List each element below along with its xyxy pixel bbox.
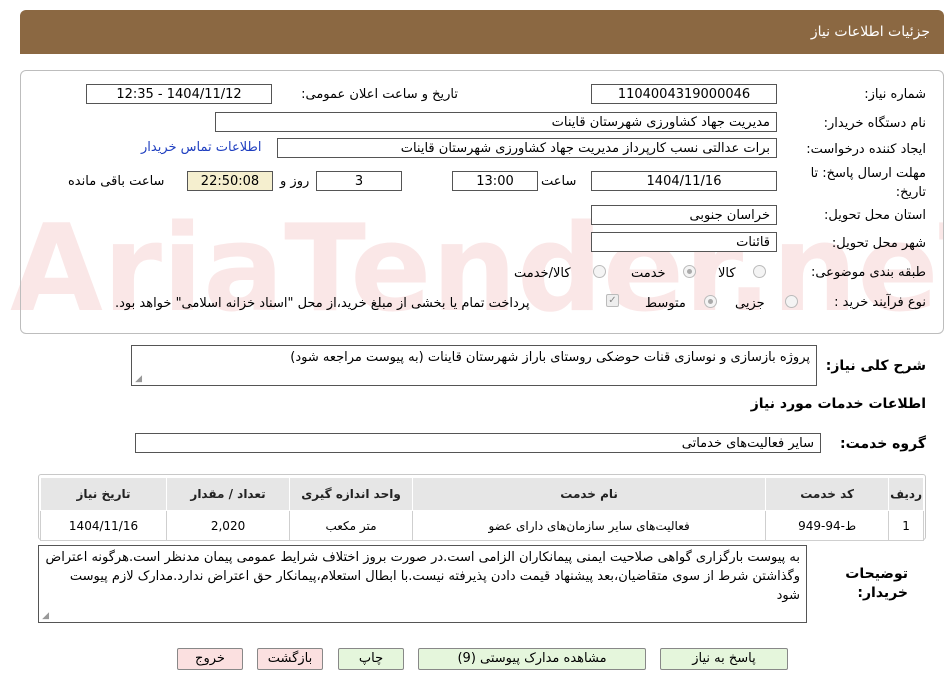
deadline-days-label: روز و	[280, 174, 310, 189]
category-service-radio[interactable]	[683, 265, 696, 278]
table-row: 1 ط-94-949 فعالیت‌های سایر سازمان‌های دا…	[39, 510, 924, 541]
services-section-title: اطلاعات خدمات مورد نیاز	[750, 396, 926, 412]
buyer-notes-textarea[interactable]: به پیوست بارگزاری گواهی صلاحیت ایمنی پیم…	[38, 545, 807, 623]
service-group-field[interactable]: سایر فعالیت‌های خدماتی	[135, 433, 821, 453]
buyer-contact-link[interactable]: اطلاعات تماس خریدار	[141, 140, 261, 155]
city-label: شهر محل تحویل:	[831, 236, 926, 251]
deadline-label: مهلت ارسال پاسخ: تا	[810, 166, 926, 181]
header-quantity: تعداد / مقدار	[166, 477, 291, 511]
purchase-medium-radio[interactable]	[704, 295, 717, 308]
reply-button[interactable]: پاسخ به نیاز	[660, 648, 788, 670]
view-attachments-button[interactable]: مشاهده مدارک پیوستی (9)	[418, 648, 646, 670]
print-button[interactable]: چاپ	[338, 648, 404, 670]
buyer-org-label: نام دستگاه خریدار:	[823, 116, 926, 131]
details-panel	[20, 70, 944, 334]
treasury-note: پرداخت تمام یا بخشی از مبلغ خرید،از محل …	[115, 296, 530, 311]
buyer-notes-text: به پیوست بارگزاری گواهی صلاحیت ایمنی پیم…	[45, 550, 800, 603]
deadline-days-field[interactable]: 3	[316, 171, 402, 191]
announce-datetime-field[interactable]: 1404/11/12 - 12:35	[86, 84, 272, 104]
city-field[interactable]: قائنات	[591, 232, 777, 252]
need-number-label: شماره نیاز:	[864, 87, 926, 102]
requester-field[interactable]: برات عدالتی نسب کارپرداز مدیریت جهاد کشا…	[277, 138, 777, 158]
cell-service-name: فعالیت‌های سایر سازمان‌های دارای عضو	[412, 510, 767, 541]
resize-grip-icon[interactable]: ◢	[41, 612, 49, 621]
cell-quantity: 2,020	[166, 510, 291, 541]
header-service-code: کد خدمت	[765, 477, 890, 511]
header-unit: واحد اندازه گیری	[289, 477, 414, 511]
cell-service-code: ط-94-949	[765, 510, 890, 541]
requester-label: ایجاد کننده درخواست:	[806, 142, 926, 157]
description-label: شرح کلی نیاز:	[825, 358, 926, 374]
resize-grip-icon[interactable]: ◢	[134, 375, 142, 384]
page-header: جزئیات اطلاعات نیاز	[20, 10, 944, 54]
table-header-row: ردیف کد خدمت نام خدمت واحد اندازه گیری ت…	[39, 477, 924, 511]
buyer-notes-label: توضیحات	[845, 566, 908, 582]
category-label: طبقه بندی موضوعی:	[810, 265, 926, 280]
services-table: ردیف کد خدمت نام خدمت واحد اندازه گیری ت…	[39, 477, 924, 541]
purchase-minor-radio[interactable]	[785, 295, 798, 308]
header-need-date: تاریخ نیاز	[39, 477, 168, 511]
purchase-type-label: نوع فرآیند خرید :	[834, 295, 926, 310]
treasury-checkbox[interactable]: ✓	[606, 294, 619, 307]
service-group-label: گروه خدمت:	[840, 436, 926, 452]
cell-need-date: 1404/11/16	[39, 510, 168, 541]
cell-unit: متر مکعب	[289, 510, 414, 541]
remaining-time-field: 22:50:08	[187, 171, 273, 191]
page-title: جزئیات اطلاعات نیاز	[810, 24, 930, 40]
deadline-time-field[interactable]: 13:00	[452, 171, 538, 191]
description-text: پروژه بازسازی و نوسازی قنات حوضکی روستای…	[290, 350, 810, 365]
category-goods-label: کالا	[718, 266, 736, 281]
back-button[interactable]: بازگشت	[257, 648, 323, 670]
province-field[interactable]: خراسان جنوبی	[591, 205, 777, 225]
remaining-time-label: ساعت باقی مانده	[68, 174, 165, 189]
province-label: استان محل تحویل:	[824, 208, 926, 223]
header-service-name: نام خدمت	[412, 477, 767, 511]
need-number-field[interactable]: 1104004319000046	[591, 84, 777, 104]
header-row-number: ردیف	[888, 477, 924, 511]
cell-row-number: 1	[888, 510, 924, 541]
deadline-time-label: ساعت	[541, 174, 577, 189]
deadline-date-field[interactable]: 1404/11/16	[591, 171, 777, 191]
purchase-medium-label: متوسط	[645, 296, 686, 311]
category-goods-service-radio[interactable]	[593, 265, 606, 278]
category-goods-radio[interactable]	[753, 265, 766, 278]
buyer-notes-label-2: خریدار:	[857, 585, 908, 601]
announce-datetime-label: تاریخ و ساعت اعلان عمومی:	[301, 87, 458, 102]
category-goods-service-label: کالا/خدمت	[514, 266, 571, 281]
buyer-org-field[interactable]: مدیریت جهاد کشاورزی شهرستان قاینات	[215, 112, 777, 132]
deadline-label-date: تاریخ:	[895, 185, 926, 200]
description-textarea[interactable]: پروژه بازسازی و نوسازی قنات حوضکی روستای…	[131, 345, 817, 386]
purchase-minor-label: جزیی	[735, 296, 765, 311]
category-service-label: خدمت	[631, 266, 666, 281]
exit-button[interactable]: خروج	[177, 648, 243, 670]
